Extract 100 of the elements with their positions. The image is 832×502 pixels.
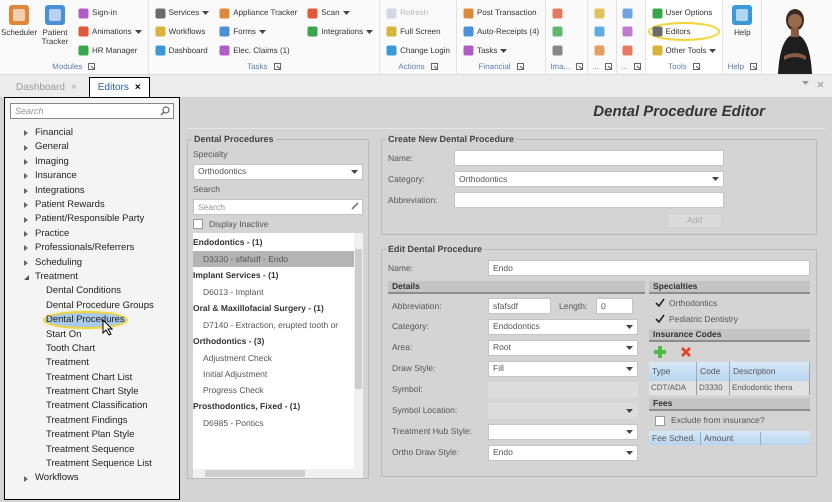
dropdown[interactable]: Orthodontics [193, 164, 363, 180]
caret-icon [802, 81, 809, 85]
dropdown[interactable]: Root [488, 340, 638, 356]
tree-item[interactable]: Scheduling [35, 256, 82, 270]
ribbon-button[interactable]: Appliance Tracker [217, 6, 300, 21]
checkbox-label: Exclude from insurance? [671, 414, 765, 427]
ribbon-button[interactable]: Forms [217, 24, 300, 40]
scrollbar[interactable] [354, 233, 363, 478]
tree-item[interactable]: Practice [35, 226, 70, 242]
dropdown[interactable]: Fill [488, 360, 638, 376]
ribbon-icon-button[interactable] [550, 6, 564, 20]
tree-item[interactable]: Treatment Sequence List [45, 457, 153, 472]
ribbon-button[interactable]: Elec. Claims (1) [217, 43, 300, 58]
ribbon-button[interactable]: User Options [650, 6, 718, 21]
tree-item[interactable]: Patient Rewards [35, 198, 105, 212]
square-icon [307, 8, 318, 19]
ribbon-icon-button[interactable] [592, 6, 606, 20]
dropdown[interactable]: Orthodontics [454, 171, 724, 187]
section-header: Specialties [649, 281, 810, 294]
ribbon-icon-button[interactable] [550, 24, 564, 39]
tab[interactable]: Editors × [88, 77, 150, 97]
caret-icon [626, 450, 633, 454]
input-field[interactable]: Endo [488, 260, 810, 276]
group-header: Prosthodontics, Fixed - (1) [193, 400, 302, 414]
column-header[interactable]: Fee Sched. [649, 432, 701, 444]
ribbon-button[interactable]: Other Tools [650, 43, 718, 58]
ribbon-button[interactable]: Workflows [152, 24, 212, 40]
tree-item[interactable]: Integrations [35, 184, 85, 198]
field-label: Name: [388, 262, 414, 274]
tree-item[interactable]: Treatment Sequence [45, 442, 136, 457]
ribbon-button[interactable]: Scan [305, 6, 376, 21]
section-header: Fees [649, 398, 810, 410]
tree-item[interactable]: Treatment Classification [45, 399, 149, 414]
list-item[interactable]: D6013 - Implant [193, 284, 354, 300]
add-icon[interactable] [654, 346, 666, 358]
tree-item[interactable]: Dental Procedure Groups [45, 298, 155, 313]
ribbon-button[interactable]: Post Transaction [460, 6, 542, 21]
group-label: Tasks [247, 60, 268, 72]
dropdown[interactable] [488, 424, 638, 440]
tree-item[interactable]: Financial [35, 126, 74, 140]
search-field[interactable]: Search [193, 198, 363, 214]
ribbon-button[interactable]: HR Manager [76, 43, 144, 58]
list-item[interactable]: D6985 - Pontics [193, 415, 354, 432]
ribbon-button[interactable]: Services [152, 6, 212, 21]
tree-item[interactable]: Start On [45, 328, 82, 342]
checkbox[interactable] [655, 416, 665, 426]
tree-item[interactable]: Workflows [35, 471, 79, 486]
input-field[interactable]: 0 [596, 298, 633, 314]
scrollbar[interactable] [193, 469, 354, 478]
list-item[interactable]: D7140 - Extraction, erupted tooth or [193, 317, 354, 334]
field-label: Draw Style: [392, 362, 436, 375]
tree-item[interactable]: Imaging [35, 154, 69, 170]
search-field[interactable]: Search [10, 103, 174, 119]
tree-item[interactable]: Dental Procedures [45, 313, 126, 328]
ribbon-button[interactable]: Sign-in [76, 6, 144, 21]
group-header: Oral & Maxillofacial Surgery - (1) [193, 302, 325, 316]
ribbon-button[interactable]: Editors [650, 24, 718, 40]
square-icon [462, 8, 474, 19]
list-item[interactable]: Adjustment Check [193, 350, 354, 366]
ribbon-button[interactable]: Help [727, 4, 758, 60]
delete-icon[interactable] [680, 346, 692, 358]
tree-item[interactable]: Dental Conditions [45, 284, 122, 299]
input-field[interactable]: sfafsdf [488, 298, 551, 314]
ribbon-button[interactable]: Tasks [460, 43, 542, 58]
checkbox[interactable] [193, 218, 203, 229]
tree-item[interactable]: Tooth Chart [45, 342, 96, 356]
list-item[interactable]: D3330 - sfafsdf - Endo [193, 251, 354, 268]
ribbon-button[interactable]: Auto-Receipts (4) [460, 24, 542, 40]
ribbon-button[interactable]: Integrations [305, 24, 376, 40]
ribbon-button[interactable]: Patient Tracker [40, 4, 70, 60]
ribbon-button[interactable]: Change Login [384, 43, 452, 58]
input-field[interactable] [454, 150, 724, 166]
close-button[interactable]: × [134, 80, 141, 95]
list-item[interactable]: Progress Check [193, 382, 354, 398]
ribbon-icon-button[interactable] [592, 24, 606, 39]
input-field[interactable] [454, 192, 724, 208]
ribbon-button[interactable]: Animations [76, 24, 144, 40]
field-label: Symbol Location: [392, 404, 458, 417]
tree-item[interactable]: Insurance [35, 169, 77, 184]
column-header[interactable]: Amount [701, 432, 761, 444]
ribbon-icon-button[interactable] [620, 44, 635, 58]
dropdown[interactable]: Endodontics [488, 318, 638, 334]
tree-item[interactable]: General [35, 140, 69, 155]
tree-item[interactable]: Treatment [35, 270, 78, 284]
ribbon-icon-button[interactable] [592, 44, 606, 58]
group-label: Help [728, 60, 744, 72]
ribbon-icon-button[interactable] [550, 44, 564, 58]
tree-item[interactable]: Treatment [45, 356, 90, 371]
list-item[interactable]: Initial Adjustment [193, 366, 354, 382]
tree-item[interactable]: Treatment Chart List [45, 370, 134, 385]
tree-item[interactable]: Professionals/Referrers [35, 241, 134, 256]
dropdown[interactable]: Endo [488, 444, 638, 460]
tree-item[interactable]: Treatment Plan Style [45, 428, 136, 443]
ribbon-icon-button[interactable] [620, 24, 635, 39]
ribbon-button[interactable]: Full Screen [384, 24, 452, 40]
ribbon-button[interactable]: Dashboard [152, 43, 212, 58]
tree-item[interactable]: Patient/Responsible Party [35, 212, 144, 227]
tree-item[interactable]: Treatment Chart Style [45, 385, 140, 400]
tree-item[interactable]: Treatment Findings [45, 414, 128, 428]
ribbon-icon-button[interactable] [620, 6, 635, 20]
